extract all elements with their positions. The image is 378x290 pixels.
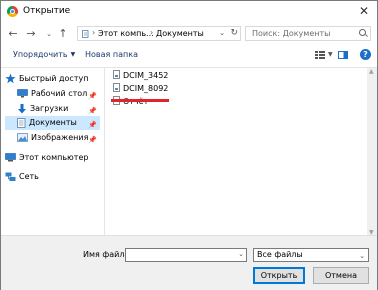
view-options-icon[interactable] <box>315 50 325 60</box>
command-toolbar: Упорядочить ▼ Новая папка ▼ ? <box>1 45 377 67</box>
filename-input[interactable]: ⌄ <box>125 248 247 262</box>
refresh-icon[interactable]: ↻ <box>230 28 238 38</box>
highlight-underline <box>111 99 169 102</box>
pin-icon[interactable]: 📌 <box>88 89 97 103</box>
file-name: DCIM_8092 <box>123 84 169 93</box>
sidebar-item-label: Загрузки <box>30 104 69 113</box>
breadcrumb-separator-icon: › <box>92 28 96 37</box>
organize-button[interactable]: Упорядочить ▼ <box>13 50 75 59</box>
sidebar-item-label: Изображения <box>31 133 89 142</box>
file-type-value: Все файлы <box>257 250 303 259</box>
recent-locations-chevron-icon[interactable]: ⌄ <box>43 27 55 41</box>
sidebar-item-downloads[interactable]: Загрузки 📌 <box>17 102 100 116</box>
breadcrumb-this-pc[interactable]: Этот компь... <box>98 29 154 38</box>
navigation-bar: ← → ⌄ ↑ › Этот компь... › Документы ⌄ ↻ … <box>1 23 377 45</box>
list-item[interactable]: DCIM_3452 <box>113 70 168 82</box>
chevron-down-icon: ⌄ <box>359 252 365 260</box>
back-arrow-icon[interactable]: ← <box>7 27 19 41</box>
close-button[interactable]: ✕ <box>357 4 371 18</box>
up-arrow-icon[interactable]: ↑ <box>57 27 69 41</box>
organize-label: Упорядочить <box>13 50 68 59</box>
dialog-footer: Имя файла: ⌄ Все файлы ⌄ Открыть Отмена <box>1 235 377 290</box>
pane-divider[interactable] <box>104 68 105 236</box>
list-item[interactable]: DCIM_8092 <box>113 83 168 95</box>
download-icon <box>18 103 26 113</box>
open-dialog: Открытие ✕ ← → ⌄ ↑ › Этот компь... › Док… <box>0 0 378 290</box>
window-title: Открытие <box>23 6 71 16</box>
sidebar-item-label: Сеть <box>19 172 39 181</box>
view-dropdown-icon[interactable]: ▼ <box>328 51 333 58</box>
desktop-icon <box>17 89 28 98</box>
dialog-body: Быстрый доступ Рабочий стол 📌 Загрузки 📌 <box>1 67 377 236</box>
address-dropdown-icon[interactable]: ⌄ <box>219 29 225 37</box>
cancel-button[interactable]: Отмена <box>313 267 369 284</box>
address-bar[interactable]: › Этот компь... › Документы ⌄ ↻ <box>77 26 241 41</box>
vertical-scrollbar[interactable]: ▲ ▼ <box>367 68 377 236</box>
forward-arrow-icon[interactable]: → <box>25 27 37 41</box>
star-icon <box>5 73 16 84</box>
pin-icon[interactable]: 📌 <box>88 133 97 147</box>
sidebar-item-pictures[interactable]: Изображения 📌 <box>17 131 100 145</box>
search-input[interactable]: Поиск: Документы <box>245 26 371 41</box>
breadcrumb-separator-icon: › <box>150 28 154 37</box>
documents-icon <box>17 117 26 128</box>
search-placeholder: Поиск: Документы <box>252 29 331 38</box>
file-type-select[interactable]: Все файлы ⌄ <box>253 248 369 262</box>
file-list: DCIM_3452 DCIM_8092 Отчёт <box>109 68 359 236</box>
preview-pane-icon[interactable] <box>338 50 348 60</box>
open-button[interactable]: Открыть <box>253 267 305 284</box>
sidebar-item-label: Этот компьютер <box>19 153 89 162</box>
file-name: DCIM_3452 <box>123 71 169 80</box>
chrome-icon <box>7 6 18 17</box>
help-icon[interactable]: ? <box>360 49 371 60</box>
sidebar-item-this-pc[interactable]: Этот компьютер <box>5 151 100 165</box>
network-icon <box>5 172 16 181</box>
title-bar: Открытие ✕ <box>1 1 377 23</box>
sidebar-item-label: Быстрый доступ <box>19 74 89 83</box>
search-icon <box>359 29 366 36</box>
sidebar-item-quick-access[interactable]: Быстрый доступ <box>5 72 100 86</box>
pictures-icon <box>17 133 28 142</box>
breadcrumb-documents[interactable]: Документы <box>156 29 204 38</box>
navigation-pane: Быстрый доступ Рабочий стол 📌 Загрузки 📌 <box>1 68 104 236</box>
sidebar-item-documents[interactable]: Документы 📌 <box>5 116 100 130</box>
image-file-icon <box>113 83 120 92</box>
computer-icon <box>5 153 16 162</box>
sidebar-item-label: Рабочий стол <box>31 89 88 98</box>
sidebar-item-desktop[interactable]: Рабочий стол 📌 <box>17 87 100 101</box>
filename-dropdown-icon[interactable]: ⌄ <box>238 250 244 258</box>
sidebar-item-label: Документы <box>29 118 77 127</box>
new-folder-button[interactable]: Новая папка <box>85 50 138 59</box>
dropdown-arrow-icon: ▼ <box>70 51 76 58</box>
folder-icon <box>82 30 89 38</box>
list-item[interactable]: Отчёт <box>113 96 148 108</box>
pin-icon[interactable]: 📌 <box>88 118 97 132</box>
scroll-up-icon[interactable]: ▲ <box>369 68 374 75</box>
image-file-icon <box>113 70 120 79</box>
sidebar-item-network[interactable]: Сеть <box>5 170 100 184</box>
